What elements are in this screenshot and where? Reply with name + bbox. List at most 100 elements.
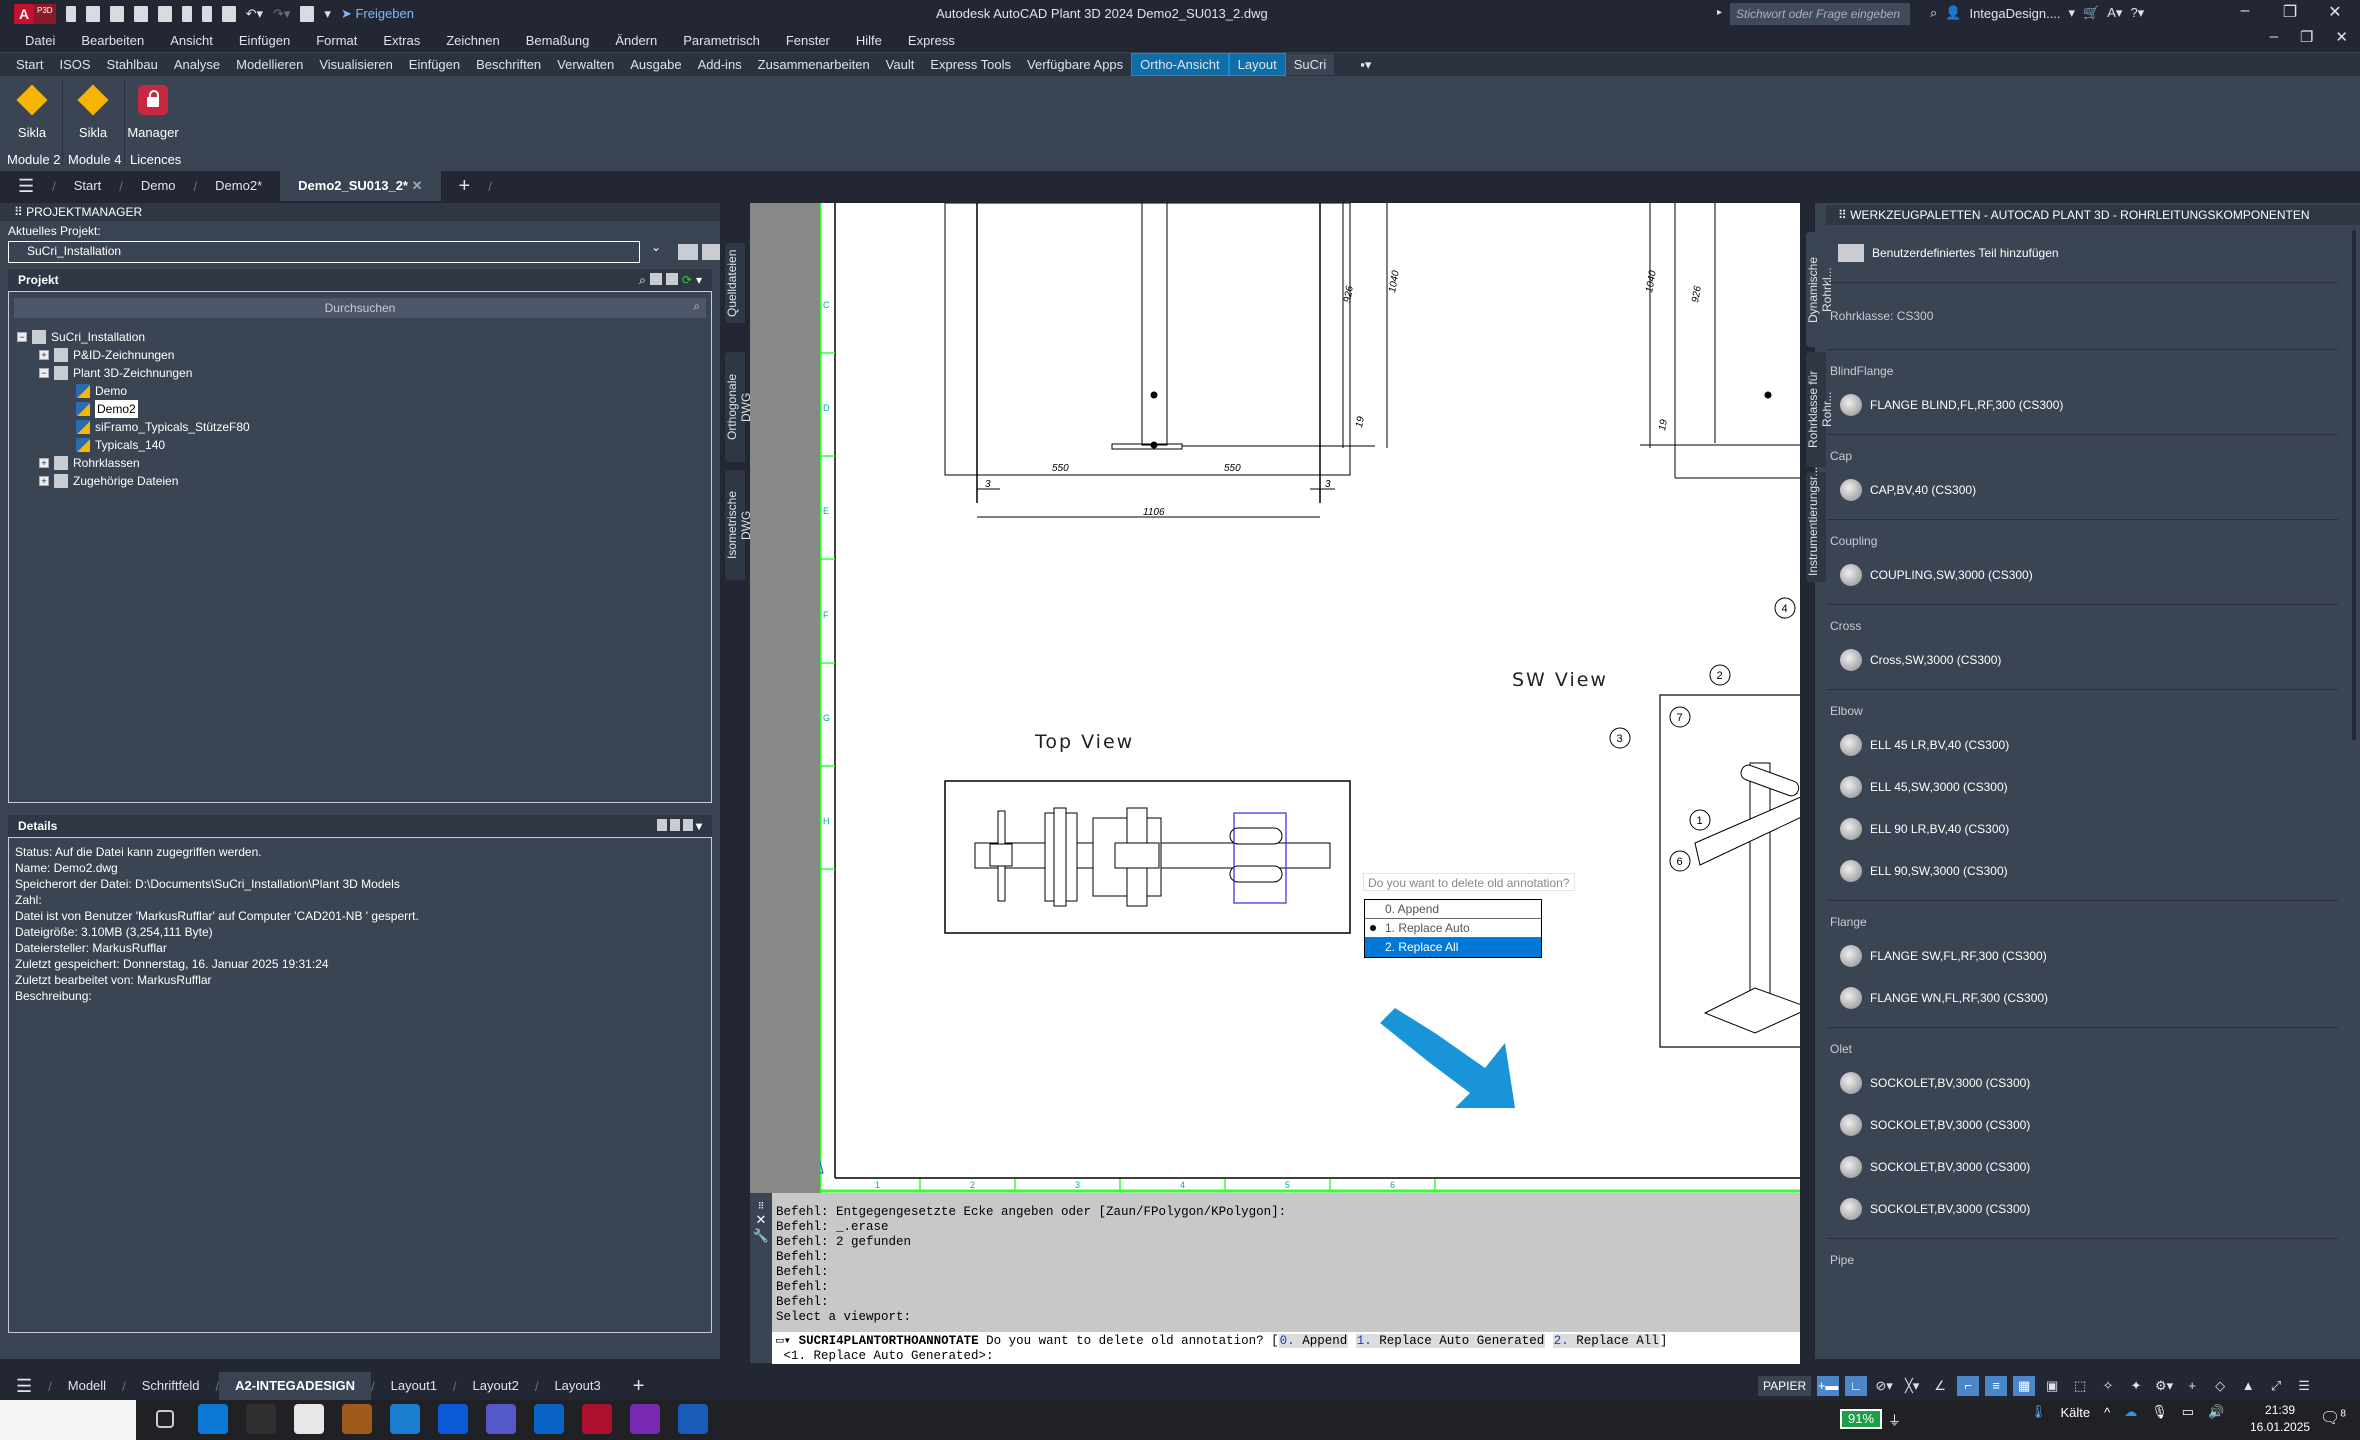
sikla-module2-button[interactable]: Sikla (2, 81, 62, 140)
ribbon-tab[interactable]: Ausgabe (622, 54, 689, 75)
outlook-icon[interactable] (534, 1404, 564, 1434)
licence-manager-button[interactable]: Manager (124, 81, 182, 140)
terminal-app-icon[interactable] (246, 1404, 276, 1434)
ribbon-tab[interactable]: Start (8, 54, 51, 75)
task-view-icon[interactable] (156, 1410, 174, 1428)
layout-tab[interactable]: Layout2 (457, 1372, 535, 1400)
palette-item[interactable]: COUPLING,SW,3000 (CS300) (1828, 554, 2338, 596)
add-custom-part[interactable]: Benutzerdefiniertes Teil hinzufügen (1828, 232, 2338, 274)
save-icon[interactable] (109, 6, 124, 22)
palette-title[interactable]: ⠿ WERKZEUGPALETTEN - AUTOCAD PLANT 3D - … (1826, 205, 2360, 225)
notification-center-icon[interactable]: 🗨8 (2320, 1408, 2346, 1428)
side-tab-ortho-dwg[interactable]: Orthogonale DWG (725, 352, 753, 462)
ribbon-tab[interactable]: Beschriften (468, 54, 549, 75)
tree-node[interactable]: Demo2 (17, 400, 711, 418)
search-expand-icon[interactable]: ▸ (1717, 7, 1722, 18)
layout-tab[interactable]: Layout3 (538, 1372, 616, 1400)
grip-icon[interactable]: ⠿ (750, 1201, 772, 1212)
side-tab-iso-dwg[interactable]: Isometrische DWG (725, 470, 753, 580)
ribbon-tab[interactable]: Express Tools (922, 54, 1019, 75)
plot-icon[interactable] (300, 6, 315, 22)
search-icon[interactable]: ⌕ (1930, 5, 1937, 21)
save-to-web-icon[interactable] (157, 6, 172, 22)
mobile-icon[interactable] (201, 6, 212, 22)
palette-item[interactable]: ELL 90 LR,BV,40 (CS300) (1828, 808, 2338, 850)
menu-3[interactable]: Einfügen (226, 33, 303, 48)
menu-10[interactable]: Fenster (773, 33, 843, 48)
redo-icon[interactable]: ↷▾ (273, 6, 290, 22)
tree-node[interactable]: Typicals_140 (17, 436, 711, 454)
panel-title[interactable]: ⠿ PROJEKTMANAGER (0, 203, 720, 221)
menu-11[interactable]: Hilfe (843, 33, 895, 48)
onedrive-icon[interactable]: ☁ (2124, 1404, 2137, 1420)
palette-tab-spec[interactable]: Rohrklasse für Rohr... (1806, 352, 1834, 467)
weather-label[interactable]: Kälte (2061, 1405, 2091, 1420)
command-option[interactable]: 0. Append (1278, 1334, 1349, 1348)
refresh-icon[interactable]: ⟳ (682, 273, 692, 287)
palette-item[interactable]: FLANGE WN,FL,RF,300 (CS300) (1828, 977, 2338, 1019)
tree-node[interactable]: siFramo_Typicals_StützeF80 (17, 418, 711, 436)
polar-tracking-icon[interactable]: ⊘▾ (1873, 1376, 1895, 1396)
selection-cycling-icon[interactable]: ▣ (2041, 1376, 2063, 1396)
workspace-switch-icon[interactable]: ▪▾ (1352, 54, 1379, 76)
close-command-line-icon[interactable]: ✕ (750, 1212, 772, 1228)
drawing-canvas[interactable]: CDEFGH 123456 550 550 3 3 1106 926 1040 … (820, 203, 1800, 1193)
minimize-button[interactable]: – (2225, 2, 2265, 26)
m-app-icon[interactable] (438, 1404, 468, 1434)
network-icon[interactable]: ▭ (2182, 1404, 2194, 1420)
file-tab-menu-icon[interactable]: ☰ (0, 171, 52, 201)
help-search-input[interactable]: Stichwort oder Frage eingeben (1730, 3, 1910, 25)
menu-8[interactable]: Ändern (602, 33, 670, 48)
history-icon[interactable] (682, 819, 693, 831)
layout-menu-icon[interactable]: ☰ (0, 1372, 48, 1400)
word-icon[interactable] (678, 1404, 708, 1434)
close-button[interactable]: ✕ (2315, 2, 2355, 26)
palette-item[interactable]: CAP,BV,40 (CS300) (1828, 469, 2338, 511)
menu-6[interactable]: Zeichnen (433, 33, 512, 48)
undo-icon[interactable]: ↶▾ (246, 6, 263, 22)
customize-icon[interactable]: 🔧 (750, 1228, 772, 1244)
cart-icon[interactable]: 🛒 (2083, 5, 2099, 21)
palette-item[interactable]: FLANGE BLIND,FL,RF,300 (CS300) (1828, 384, 2338, 426)
ribbon-tab[interactable]: Einfügen (401, 54, 468, 75)
tree-node[interactable]: + Zugehörige Dateien (17, 472, 711, 490)
autodesk-a-icon[interactable]: A▾ (2107, 5, 2122, 21)
command-input[interactable]: ▭▾ SUCRI4PLANTORTHOANNOTATE Do you want … (772, 1332, 1800, 1364)
ribbon-tab[interactable]: Stahlbau (99, 54, 166, 75)
edge-icon[interactable] (390, 1404, 420, 1434)
crosshair-icon[interactable]: + (2181, 1376, 2203, 1396)
help-icon[interactable]: ?▾ (2130, 5, 2144, 21)
menu-5[interactable]: Extras (370, 33, 433, 48)
angle-icon[interactable]: ∠ (1929, 1376, 1951, 1396)
preview-icon[interactable] (669, 819, 680, 831)
expand-toggle-icon[interactable]: + (39, 476, 49, 486)
palette-item[interactable]: ELL 45 LR,BV,40 (CS300) (1828, 724, 2338, 766)
object-snap-tracking-icon[interactable]: ╳▾ (1901, 1376, 1923, 1396)
print-icon[interactable] (221, 6, 236, 22)
expand-toggle-icon[interactable]: + (39, 350, 49, 360)
doc-tab-demo2-su013[interactable]: Demo2_SU013_2* ✕ (280, 171, 441, 201)
ribbon-tab[interactable]: Modellieren (228, 54, 311, 75)
palette-item[interactable]: Cross,SW,3000 (CS300) (1828, 639, 2338, 681)
ribbon-tab[interactable]: Layout (1228, 53, 1286, 76)
new-tab-button[interactable]: + (441, 171, 489, 201)
open-from-web-icon[interactable] (181, 6, 192, 22)
user-dropdown-icon[interactable]: ▾ (2069, 5, 2076, 21)
customize-qat-icon[interactable]: ▾ (324, 6, 331, 22)
add-layout-button[interactable]: + (617, 1372, 661, 1400)
layout-tab[interactable]: Layout1 (375, 1372, 453, 1400)
doc-tab-start[interactable]: Start (56, 171, 119, 201)
tree-node[interactable]: − SuCri_Installation (17, 328, 711, 346)
current-project-select[interactable]: SuCri_Installation (8, 240, 661, 263)
autocad-plant3d-icon[interactable] (582, 1404, 612, 1434)
teams-icon[interactable] (486, 1404, 516, 1434)
lineweight-icon[interactable]: ≡ (1985, 1376, 2008, 1396)
show-hidden-icons-icon[interactable]: ^ (2104, 1405, 2110, 1420)
browse-search-bar[interactable]: Durchsuchen ⌕ (14, 298, 706, 318)
layout-tab[interactable]: Modell (52, 1372, 122, 1400)
ribbon-tab[interactable]: Visualisieren (311, 54, 400, 75)
tree-node[interactable]: Demo (17, 382, 711, 400)
palette-item[interactable]: SOCKOLET,BV,3000 (CS300) (1828, 1062, 2338, 1104)
layout-tab[interactable]: Schriftfeld (126, 1372, 216, 1400)
menu-7[interactable]: Bemaßung (513, 33, 603, 48)
